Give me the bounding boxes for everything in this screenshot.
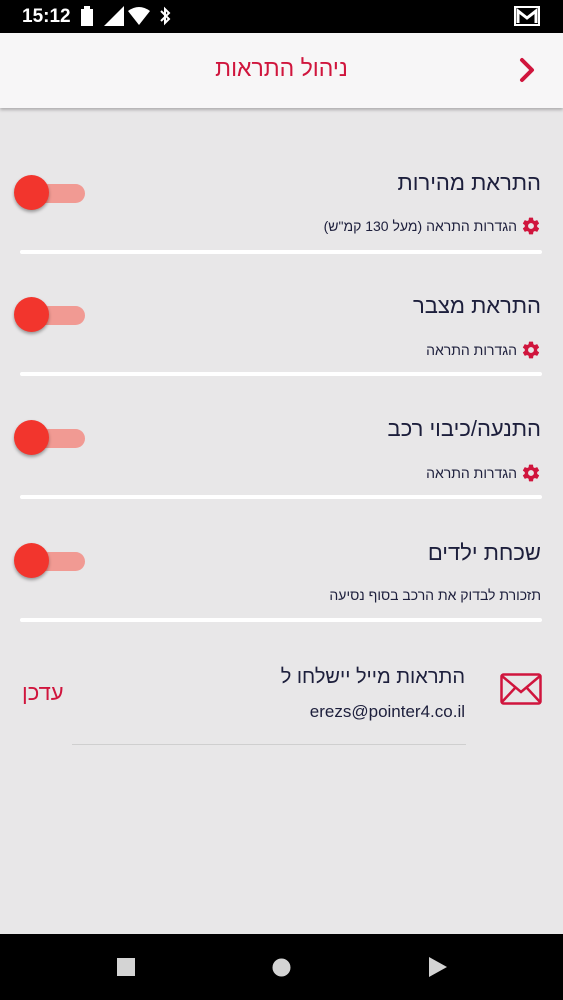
email-address: erezs@pointer4.co.il <box>309 702 465 721</box>
email-title: התראות מייל יישלחו ל <box>280 666 465 688</box>
envelope-icon <box>500 673 542 705</box>
recents-square-icon[interactable] <box>117 958 135 976</box>
speed-alert-toggle[interactable] <box>14 175 85 211</box>
page-title: ניהול התראות <box>215 55 348 81</box>
gear-icon <box>522 464 540 482</box>
section-title: התראת מהירות <box>397 170 541 195</box>
divider <box>20 618 542 622</box>
divider <box>20 495 542 499</box>
status-time: 15:12 <box>22 6 71 27</box>
divider <box>72 744 466 745</box>
divider <box>20 250 542 254</box>
alert-settings-link[interactable]: הגדרות התראה (מעל 130 קמ"ש) <box>324 216 541 236</box>
gear-icon <box>522 217 540 235</box>
system-nav-bar <box>0 934 563 1000</box>
email-notifications: התראות מייל יישלחו ל erezs@pointer4.co.i… <box>0 660 563 750</box>
status-bar: 15:12 <box>0 0 563 33</box>
update-email-button[interactable]: עדכן <box>22 680 64 706</box>
home-circle-icon[interactable] <box>272 958 291 977</box>
battery-icon <box>81 6 93 26</box>
bluetooth-icon <box>160 6 171 26</box>
alert-settings-link[interactable]: הגדרות התראה <box>426 340 541 360</box>
gear-icon <box>522 341 540 359</box>
back-triangle-icon[interactable] <box>429 957 447 977</box>
battery-alert-toggle[interactable] <box>14 297 85 333</box>
divider <box>20 372 542 376</box>
back-chevron-icon[interactable] <box>512 55 542 85</box>
section-subtitle: תזכורת לבדוק את הרכב בסוף נסיעה <box>329 587 541 603</box>
section-subtitle: הגדרות התראה <box>426 465 517 481</box>
section-title: התראת מצבר <box>412 293 541 318</box>
signal-icon <box>104 6 124 26</box>
wifi-icon <box>128 7 150 25</box>
section-subtitle: הגדרות התראה (מעל 130 קמ"ש) <box>323 218 517 234</box>
section-title: התנעה/כיבוי רכב <box>387 416 541 441</box>
app-header: ניהול התראות <box>0 33 563 108</box>
gmail-icon <box>514 6 540 26</box>
alert-settings-link[interactable]: הגדרות התראה <box>426 463 541 483</box>
section-subtitle: הגדרות התראה <box>426 342 517 358</box>
child-reminder-toggle[interactable] <box>14 543 85 579</box>
section-title: שכחת ילדים <box>427 540 541 565</box>
ignition-alert-toggle[interactable] <box>14 420 85 456</box>
